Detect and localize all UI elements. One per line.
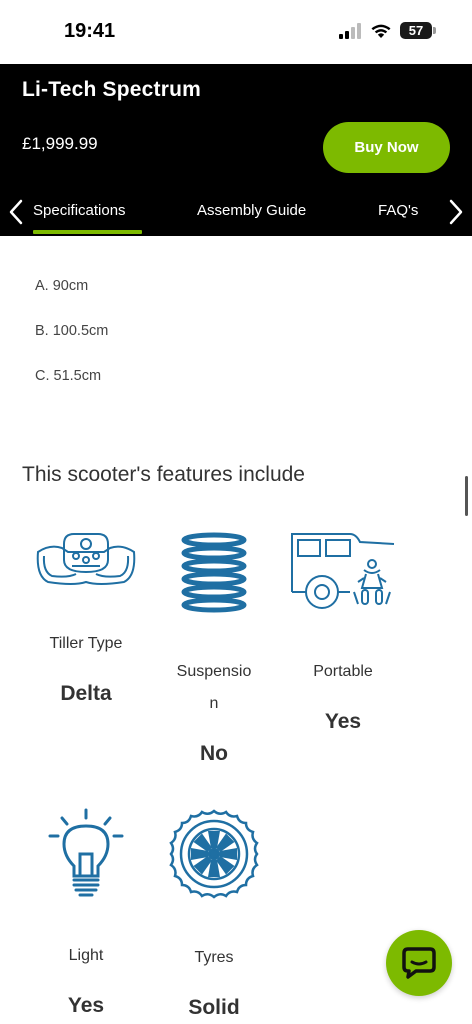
feature-value-suspension: No bbox=[200, 742, 228, 765]
chat-button[interactable] bbox=[386, 930, 452, 996]
feature-value-tyres: Solid bbox=[188, 996, 240, 1019]
active-tab-indicator bbox=[33, 230, 142, 234]
feature-value-tiller: Delta bbox=[60, 682, 112, 705]
status-icons: 57 bbox=[338, 22, 436, 39]
status-bar: 19:41 57 bbox=[0, 0, 472, 64]
feature-label-light: Light bbox=[68, 947, 104, 964]
chevron-left-icon[interactable] bbox=[6, 196, 26, 228]
feature-value-portable: Yes bbox=[324, 710, 362, 733]
status-time: 19:41 bbox=[64, 20, 116, 42]
tiller-icon bbox=[36, 533, 136, 585]
dimension-list: A. 90cm B. 100.5cm C. 51.5cm bbox=[35, 278, 108, 413]
dimension-b: B. 100.5cm bbox=[35, 323, 109, 339]
feature-label-tyres: Tyres bbox=[194, 949, 234, 966]
wifi-icon bbox=[371, 24, 391, 38]
dimension-c: C. 51.5cm bbox=[35, 368, 102, 384]
buy-now-button[interactable]: Buy Now bbox=[323, 122, 450, 173]
product-price: £1,999.99 bbox=[22, 134, 98, 153]
feature-value-light: Yes bbox=[67, 994, 105, 1017]
signal-icon bbox=[339, 22, 361, 39]
tyre-icon bbox=[169, 809, 259, 899]
feature-label-portable: Portable bbox=[313, 663, 373, 680]
product-title: Li-Tech Spectrum bbox=[22, 78, 202, 101]
feature-label-suspension: Suspensio n bbox=[176, 663, 252, 712]
spring-icon bbox=[181, 532, 247, 613]
chevron-right-icon[interactable] bbox=[446, 196, 466, 228]
tab-assembly-guide[interactable]: Assembly Guide bbox=[197, 202, 306, 219]
feature-label-tiller: Tiller Type bbox=[49, 635, 123, 652]
car-scooter-icon bbox=[291, 533, 395, 609]
scrollbar[interactable] bbox=[465, 476, 468, 516]
chat-bubble-icon bbox=[402, 947, 436, 979]
features-heading: This scooter's features include bbox=[22, 463, 305, 486]
dimension-a: A. 90cm bbox=[35, 278, 89, 294]
tab-specifications[interactable]: Specifications bbox=[33, 202, 126, 219]
battery-level: 57 bbox=[408, 23, 424, 38]
tab-bar: Specifications Assembly Guide FAQ's bbox=[0, 192, 472, 236]
battery-icon: 57 bbox=[400, 22, 436, 39]
tab-faqs[interactable]: FAQ's bbox=[378, 202, 418, 219]
product-header: Li-Tech Spectrum £1,999.99 Buy Now Speci… bbox=[0, 64, 472, 236]
lightbulb-icon bbox=[48, 808, 124, 897]
